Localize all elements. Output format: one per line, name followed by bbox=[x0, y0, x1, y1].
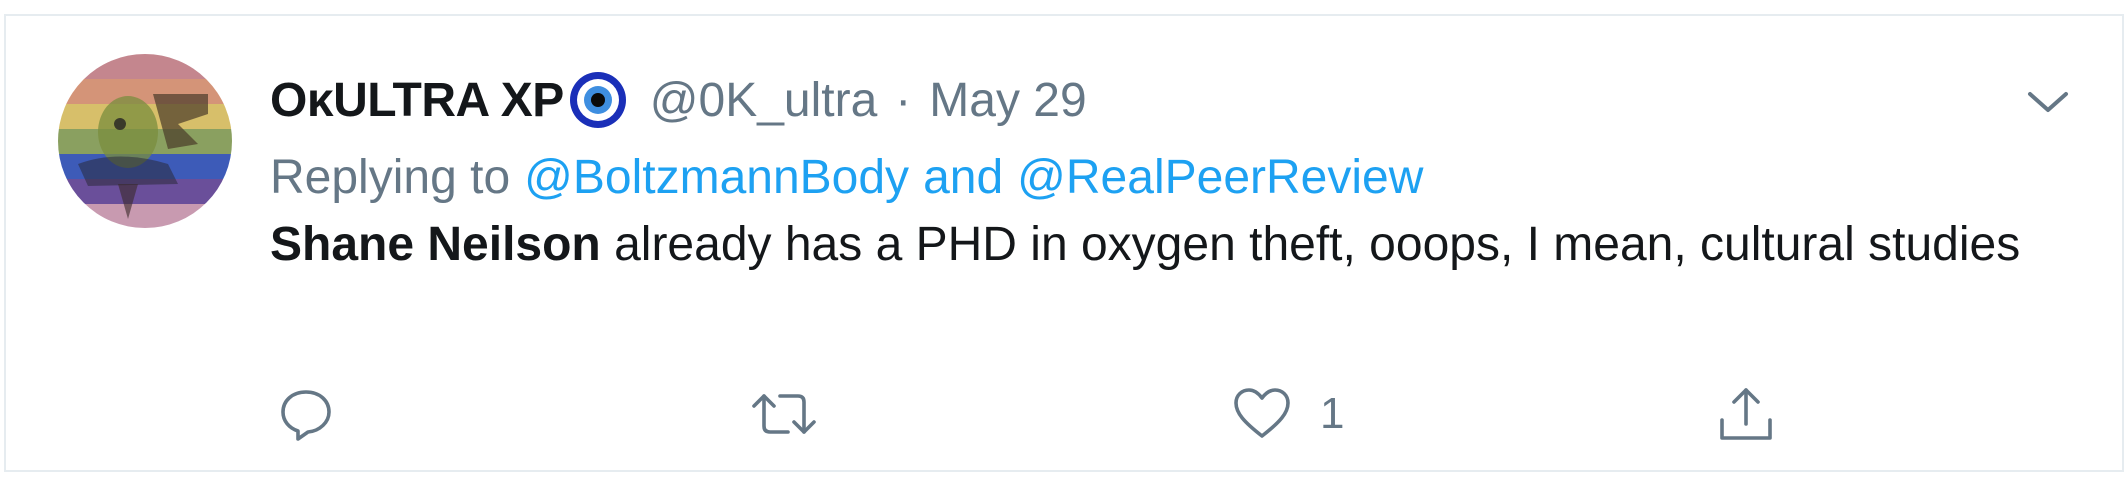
reply-icon bbox=[278, 386, 334, 442]
tweet-card[interactable]: OκULTRA XP @0K_ultra · May 29 Replying t… bbox=[4, 14, 2124, 472]
replying-to: Replying to @BoltzmannBody and @RealPeer… bbox=[270, 142, 1423, 212]
retweet-button[interactable] bbox=[750, 374, 846, 454]
chevron-down-icon[interactable] bbox=[2026, 82, 2070, 122]
heart-icon bbox=[1232, 386, 1292, 442]
tweet-header: OκULTRA XP @0K_ultra · May 29 bbox=[270, 60, 1087, 140]
avatar[interactable] bbox=[58, 54, 232, 228]
display-name[interactable]: OκULTRA XP bbox=[270, 73, 564, 128]
reply-and: and bbox=[923, 150, 1004, 204]
tweet-text-name: Shane Neilson bbox=[270, 218, 601, 271]
reply-button[interactable] bbox=[278, 374, 362, 454]
handle[interactable]: @0K_ultra bbox=[650, 73, 878, 128]
tweet-actions: 1 bbox=[270, 374, 1830, 454]
mention-realpeerreview[interactable]: @RealPeerReview bbox=[1017, 150, 1423, 205]
share-icon bbox=[1716, 384, 1776, 444]
like-count: 1 bbox=[1320, 389, 1345, 438]
tweet-date[interactable]: May 29 bbox=[929, 73, 1086, 128]
retweet-icon bbox=[750, 386, 818, 442]
mention-boltzmannbody[interactable]: @BoltzmannBody bbox=[524, 150, 909, 205]
replying-label: Replying to bbox=[270, 150, 511, 204]
tweet-text-body: already has a PHD in oxygen theft, ooops… bbox=[600, 218, 2021, 271]
nazar-eye-icon bbox=[568, 70, 628, 130]
tweet-text: Shane Neilson already has a PHD in oxyge… bbox=[270, 212, 2090, 278]
share-button[interactable] bbox=[1716, 374, 1804, 454]
like-button[interactable]: 1 bbox=[1232, 374, 1344, 454]
separator-dot: · bbox=[895, 73, 912, 127]
